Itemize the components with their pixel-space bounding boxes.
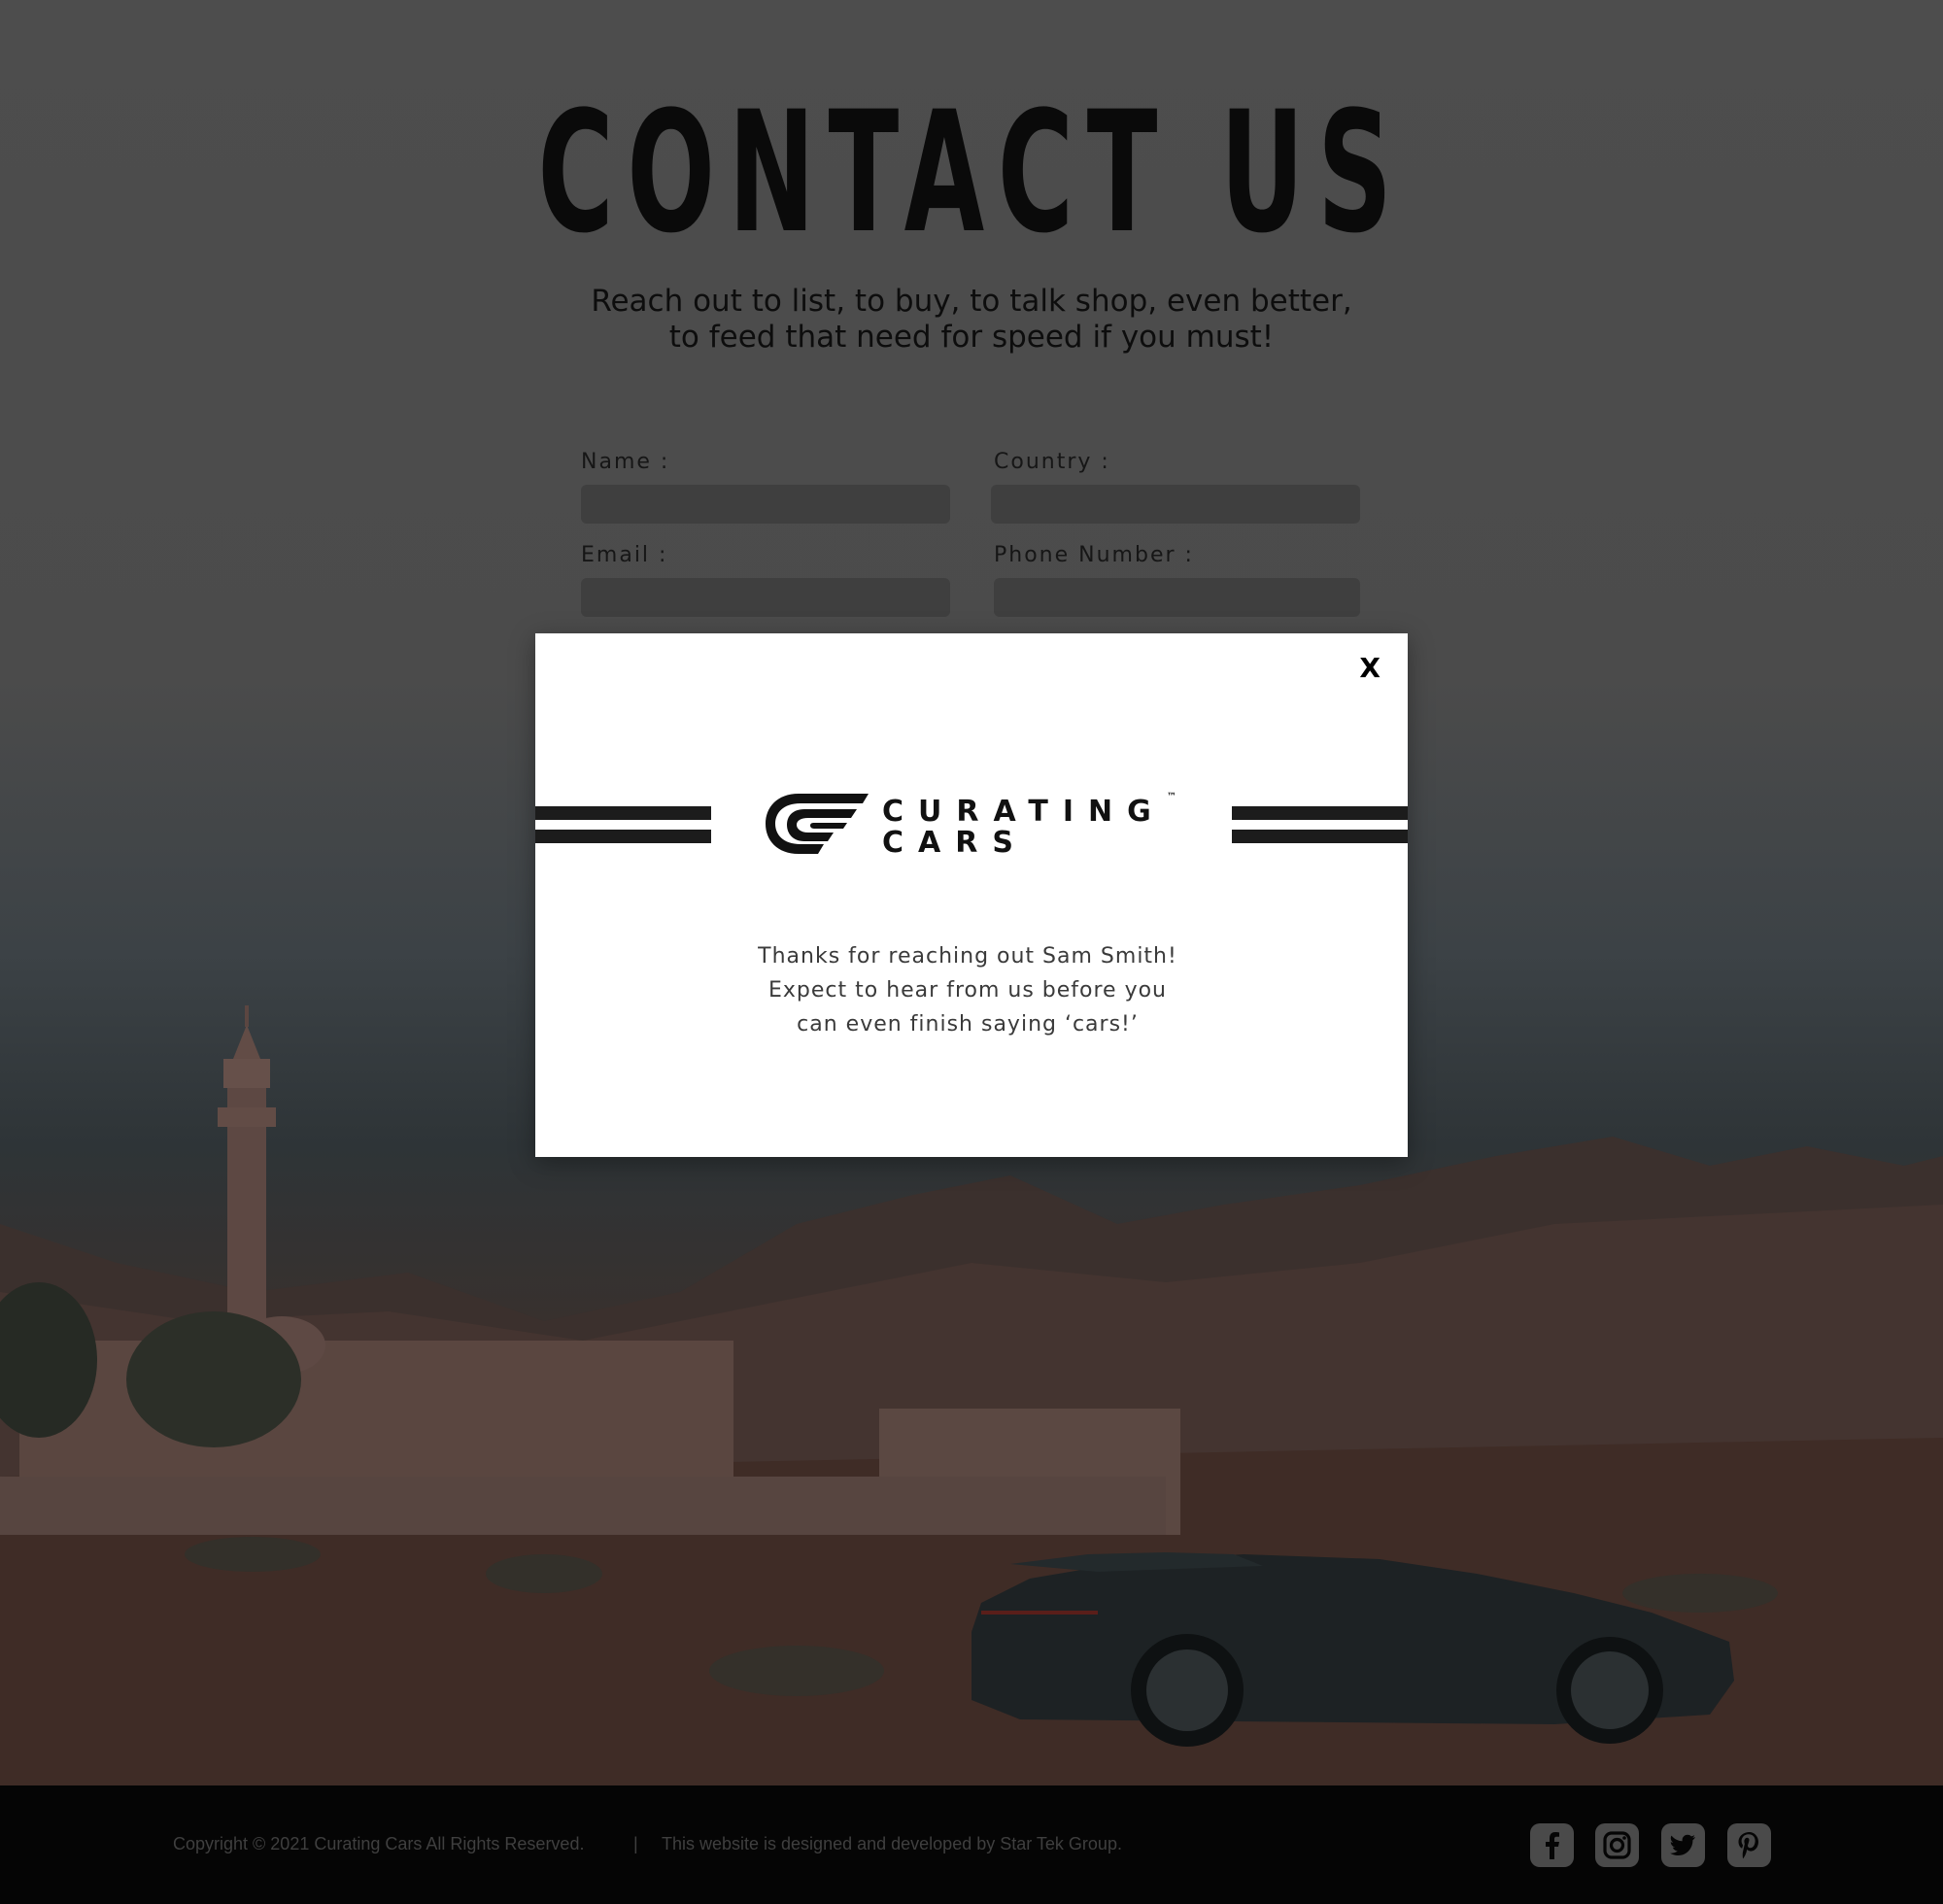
phone-input[interactable] [994,578,1360,617]
instagram-icon[interactable] [1595,1823,1639,1867]
logo-mark-icon [766,794,869,854]
page-title: CONTACT US [537,75,1406,270]
footer-separator: | [633,1834,638,1853]
message-line-2: Expect to hear from us before you [767,978,1168,1003]
phone-label: Phone Number : [994,543,1194,567]
subtitle-line-2: to feed that need for speed if you must! [668,320,1275,355]
copyright-text: Copyright © 2021 Curating Cars All Right… [173,1834,585,1853]
country-input[interactable] [991,485,1360,524]
footer: Copyright © 2021 Curating Cars All Right… [0,1785,1943,1904]
country-label: Country : [994,450,1110,474]
confirmation-message: Thanks for reaching out Sam Smith! Expec… [535,939,1400,1041]
email-input[interactable] [581,578,950,617]
email-label: Email : [581,543,668,567]
facebook-icon[interactable] [1530,1823,1574,1867]
message-line-1: Thanks for reaching out Sam Smith! [758,944,1177,969]
logo-text-line-2: CARS [882,826,1028,860]
logo-trademark: ™ [1167,792,1176,802]
logo-text-line-1: CURATING [882,795,1166,829]
twitter-icon[interactable] [1661,1823,1705,1867]
confirmation-modal: X CURATING CARS ™ Thanks for reaching ou… [535,633,1408,1157]
name-input[interactable] [581,485,950,524]
close-button[interactable]: X [1359,655,1381,682]
message-line-3: can even finish saying ‘cars!’ [797,1012,1139,1037]
right-stripes-decoration [1232,806,1408,847]
curating-cars-logo: CURATING CARS ™ [766,792,1183,860]
credit-link[interactable]: This website is designed and developed b… [662,1834,1122,1854]
name-label: Name : [581,450,670,474]
page-subtitle: Reach out to list, to buy, to talk shop,… [0,284,1943,356]
left-stripes-decoration [535,806,711,847]
pinterest-icon[interactable] [1727,1823,1771,1867]
subtitle-line-1: Reach out to list, to buy, to talk shop,… [591,284,1352,319]
